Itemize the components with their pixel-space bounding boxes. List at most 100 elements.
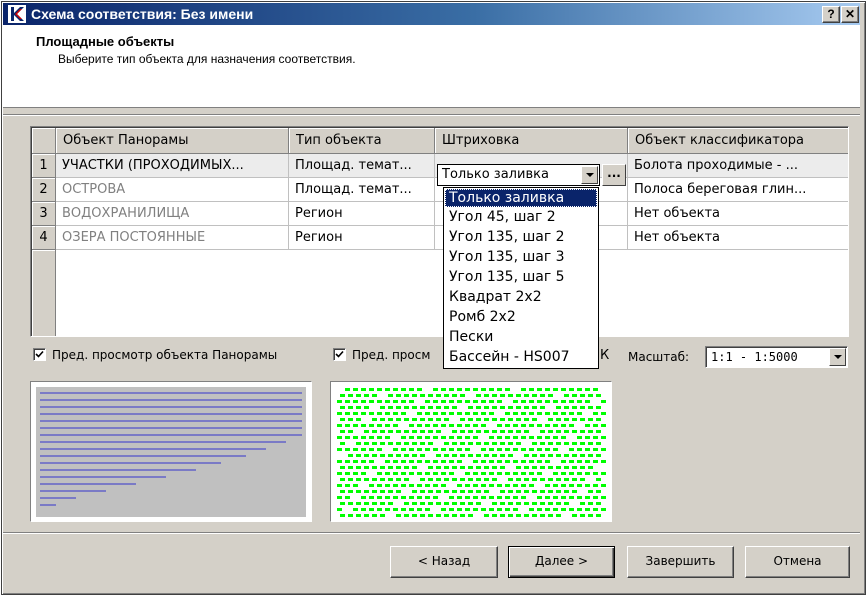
hatch-mark (433, 484, 438, 487)
finish-button[interactable]: Завершить (627, 546, 734, 578)
cell-object[interactable]: ОЗЕРА ПОСТОЯННЫЕ (56, 226, 289, 250)
dropdown-option[interactable]: Квадрат 2x2 (445, 288, 597, 306)
hatch-mark (404, 454, 409, 457)
column-header-hatch[interactable]: Штриховка (435, 128, 628, 154)
preview-panorama-checkbox[interactable] (33, 348, 46, 361)
hatch-mark (561, 508, 566, 511)
hatch-mark (444, 514, 449, 517)
cell-object[interactable]: ОСТРОВА (56, 178, 289, 202)
hatch-mark (537, 400, 542, 403)
hatch-mark (473, 424, 478, 427)
hatch-mark (585, 400, 590, 403)
hatch-mark (457, 424, 462, 427)
dropdown-option[interactable]: Угол 135, шаг 2 (445, 228, 597, 246)
column-header-object[interactable]: Объект Панорамы (56, 128, 289, 154)
cancel-button[interactable]: Отмена (745, 546, 850, 578)
column-header-type[interactable]: Тип объекта (289, 128, 435, 154)
cell-type[interactable]: Площад. темат... (289, 154, 435, 178)
hatch-mark (353, 400, 358, 403)
hatch-dropdown-list[interactable]: Только заливка Угол 45, шаг 2 Угол 135, … (443, 187, 599, 369)
row-number[interactable]: 3 (32, 202, 56, 226)
hatch-mark (465, 424, 470, 427)
hatch-mark (572, 454, 577, 457)
hatch-mark (492, 442, 497, 445)
help-button[interactable]: ? (822, 6, 840, 23)
cell-classifier[interactable]: Болота проходимые - ... (628, 154, 848, 178)
next-button[interactable]: Далее > (508, 546, 615, 578)
cell-classifier[interactable]: Полоса береговая глин... (628, 178, 848, 202)
browse-hatch-button[interactable]: ... (602, 164, 626, 186)
hatch-mark (337, 436, 342, 439)
hatch-mark (540, 394, 545, 397)
hatch-mark (569, 424, 574, 427)
cell-object[interactable]: УЧАСТКИ (ПРОХОДИМЫХ... (56, 154, 289, 178)
mapping-grid[interactable]: Объект Панорамы Тип объекта Штриховка Об… (30, 126, 849, 337)
dropdown-option[interactable]: Бассейн - HS007 (445, 348, 597, 366)
dropdown-option[interactable]: Ромб 2x2 (445, 308, 597, 326)
row-number[interactable]: 1 (32, 154, 56, 178)
hatch-mark (484, 430, 489, 433)
title-bar[interactable]: Схема соответствия: Без имени ? ✕ (3, 3, 860, 25)
hatch-mark (369, 388, 374, 391)
hatch-mark (553, 400, 558, 403)
hatch-mark (428, 514, 433, 517)
dropdown-option[interactable]: Угол 135, шаг 5 (445, 268, 597, 286)
hatch-select[interactable]: Только заливка (437, 164, 600, 186)
hatch-mark (508, 490, 513, 493)
hatch-mark (380, 478, 385, 481)
preview-classifier-label[interactable]: Пред. просм (352, 348, 430, 362)
hatch-mark (444, 502, 449, 505)
hatch-mark (452, 502, 457, 505)
hatch-mark (393, 400, 398, 403)
hatch-mark (553, 484, 558, 487)
hatch-mark (596, 394, 601, 397)
hatch-mark (353, 508, 358, 511)
cell-classifier[interactable]: Нет объекта (628, 202, 848, 226)
cell-type[interactable]: Регион (289, 202, 435, 226)
hatch-mark (532, 478, 537, 481)
hatch-mark (516, 490, 521, 493)
chevron-down-icon[interactable] (581, 166, 598, 184)
cell-type[interactable]: Регион (289, 226, 435, 250)
hatch-mark (388, 442, 393, 445)
hatch-mark (345, 436, 350, 439)
cell-type[interactable]: Площад. темат... (289, 178, 435, 202)
dropdown-option[interactable]: Только заливка (445, 189, 597, 207)
cell-object[interactable]: ВОДОХРАНИЛИЩА (56, 202, 289, 226)
hatch-mark (465, 436, 470, 439)
scale-select[interactable]: 1:1 - 1:5000 (705, 346, 848, 368)
preview-classifier-checkbox[interactable] (333, 348, 346, 361)
hatch-mark (497, 436, 502, 439)
dropdown-option[interactable]: Угол 135, шаг 3 (445, 248, 597, 266)
hatch-mark (548, 430, 553, 433)
hatch-mark (497, 496, 502, 499)
hatch-mark (404, 502, 409, 505)
hatch-mark (433, 436, 438, 439)
hatch-mark (500, 442, 505, 445)
hatch-mark (529, 424, 534, 427)
hatch-mark (540, 490, 545, 493)
hatch-mark (585, 448, 590, 451)
hatch-mark (444, 478, 449, 481)
hatch-mark (580, 430, 585, 433)
chevron-down-icon[interactable] (829, 348, 846, 366)
hatch-mark (417, 412, 422, 415)
column-header-classifier[interactable]: Объект классификатора (628, 128, 848, 154)
dropdown-option[interactable]: Пески (445, 328, 597, 346)
cell-classifier[interactable]: Нет объекта (628, 226, 848, 250)
hatch-mark (553, 496, 558, 499)
hatch-mark (420, 454, 425, 457)
hatch-mark (529, 436, 534, 439)
hatch-mark (420, 418, 425, 421)
hatch-mark (524, 514, 529, 517)
hatch-mark (548, 478, 553, 481)
row-number[interactable]: 2 (32, 178, 56, 202)
hatch-mark (548, 418, 553, 421)
hatch-mark (500, 502, 505, 505)
preview-panorama-label[interactable]: Пред. просмотр объекта Панорамы (52, 348, 277, 362)
dropdown-option[interactable]: Угол 45, шаг 2 (445, 208, 597, 226)
hatch-mark (425, 472, 430, 475)
close-button[interactable]: ✕ (841, 6, 859, 23)
row-number[interactable]: 4 (32, 226, 56, 250)
back-button[interactable]: < Назад (390, 546, 498, 578)
